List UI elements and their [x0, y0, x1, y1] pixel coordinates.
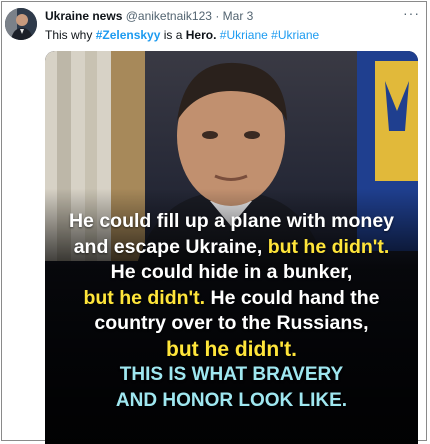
- image-caption: He could fill up a plane with money and …: [45, 209, 418, 413]
- more-horizontal-icon[interactable]: ···: [403, 5, 420, 21]
- hashtag-ukriane-1[interactable]: #Ukriane: [220, 28, 268, 42]
- author-handle[interactable]: @aniketnaik123: [126, 9, 212, 23]
- caption-line-4a: but he didn't.: [83, 286, 206, 309]
- tweet-header: Ukraine news @aniketnaik123 · Mar 3: [45, 9, 253, 23]
- tweet-image[interactable]: He could fill up a plane with money and …: [45, 51, 418, 444]
- tweet-text-mid: is a: [160, 28, 186, 42]
- caption-line-6: but he didn't.: [166, 337, 297, 361]
- header-separator: ·: [215, 9, 220, 23]
- tweet-date[interactable]: Mar 3: [223, 9, 254, 23]
- caption-line-4: but he didn't. He could hand the: [45, 286, 418, 312]
- caption-line-2b: but he didn't.: [267, 235, 390, 258]
- caption-line-3: He could hide in a bunker,: [110, 261, 353, 283]
- caption-line-1: He could fill up a plane with money: [68, 210, 395, 232]
- caption-line-2: and escape Ukraine, but he didn't.: [45, 235, 418, 261]
- avatar[interactable]: [5, 8, 37, 40]
- caption-line-2a: and escape Ukraine,: [73, 235, 268, 258]
- author-name[interactable]: Ukraine news: [45, 9, 122, 23]
- avatar-image: [5, 8, 37, 40]
- hashtag-zelenskyy[interactable]: #Zelenskyy: [96, 28, 161, 42]
- hashtag-ukriane-2[interactable]: #Ukriane: [271, 28, 319, 42]
- caption-line-4b: He could hand the: [205, 286, 380, 309]
- caption-line-8: AND HONOR LOOK LIKE.: [115, 389, 348, 411]
- tweet-text: This why #Zelenskyy is a Hero. #Ukriane …: [45, 28, 319, 42]
- caption-line-5: country over to the Russians,: [94, 312, 369, 334]
- tweet-text-hero: Hero.: [185, 28, 217, 42]
- tweet-text-prefix: This why: [45, 28, 96, 42]
- caption-line-7: THIS IS WHAT BRAVERY: [119, 364, 344, 385]
